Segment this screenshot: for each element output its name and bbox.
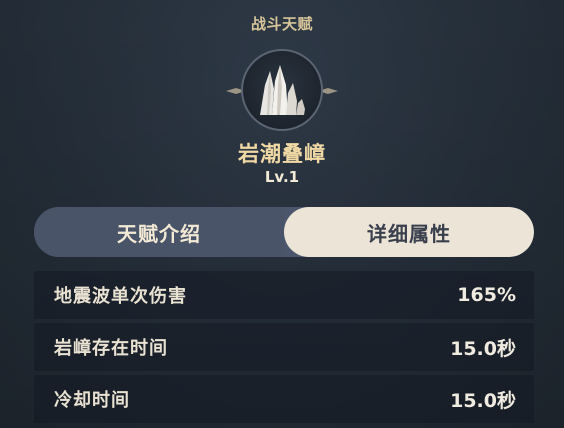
attribute-name: 地震波单次伤害 [54, 286, 187, 307]
detail-tabs: 天赋介绍 详细属性 [34, 207, 534, 257]
tab-talent-description[interactable]: 天赋介绍 [34, 207, 284, 257]
tab-detailed-attributes[interactable]: 详细属性 [284, 207, 534, 257]
attribute-value: 15.0秒 [450, 337, 516, 360]
talent-emblem [222, 45, 342, 135]
attribute-value: 165% [457, 284, 516, 306]
attribute-row: 岩嶂存在时间 15.0秒 [34, 323, 534, 371]
attribute-name: 冷却时间 [54, 390, 130, 411]
attribute-list: 地震波单次伤害 165% 岩嶂存在时间 15.0秒 冷却时间 15.0秒 [34, 271, 534, 427]
rock-spire-icon [226, 49, 338, 131]
talent-detail-panel: 战斗天赋 岩潮叠嶂 Lv.1 天赋介绍 详细属性 地震波单次伤害 165% 岩嶂… [0, 0, 564, 428]
attribute-value: 15.0秒 [450, 389, 516, 412]
attribute-row: 地震波单次伤害 165% [34, 271, 534, 319]
talent-category-label: 战斗天赋 [250, 15, 313, 33]
talent-name: 岩潮叠嶂 [238, 142, 326, 166]
attribute-row: 冷却时间 15.0秒 [34, 375, 534, 423]
attribute-name: 岩嶂存在时间 [54, 338, 168, 359]
talent-level: Lv.1 [264, 168, 300, 186]
